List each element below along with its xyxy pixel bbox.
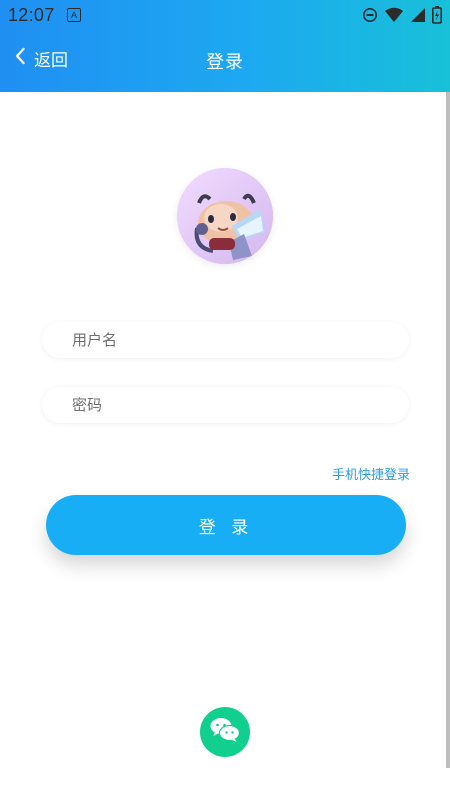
battery-icon bbox=[432, 6, 442, 28]
avatar bbox=[177, 168, 273, 264]
wechat-login-button[interactable] bbox=[200, 707, 250, 757]
signal-icon bbox=[410, 7, 426, 27]
password-field[interactable] bbox=[42, 387, 409, 423]
login-screen: 12:07 A 返回 登录 用户名 手机快捷登录 登 录 bbox=[0, 0, 450, 800]
status-time: 12:07 bbox=[8, 5, 55, 25]
navigation-bar: 返回 登录 bbox=[0, 30, 450, 92]
wifi-icon bbox=[384, 7, 404, 27]
status-icons bbox=[362, 6, 442, 28]
username-field[interactable] bbox=[42, 322, 409, 358]
do-not-disturb-icon bbox=[362, 7, 378, 27]
page-title: 登录 bbox=[206, 52, 244, 73]
password-input[interactable] bbox=[42, 387, 409, 423]
wechat-icon bbox=[208, 715, 242, 749]
notification-app-icon: A bbox=[67, 8, 81, 22]
avatar-illustration bbox=[177, 168, 273, 264]
scrollbar[interactable] bbox=[446, 92, 450, 768]
login-button[interactable]: 登 录 bbox=[46, 495, 406, 555]
username-input[interactable] bbox=[42, 322, 409, 358]
phone-quick-login-link[interactable]: 手机快捷登录 bbox=[332, 464, 410, 483]
status-bar: 12:07 A bbox=[0, 0, 450, 30]
